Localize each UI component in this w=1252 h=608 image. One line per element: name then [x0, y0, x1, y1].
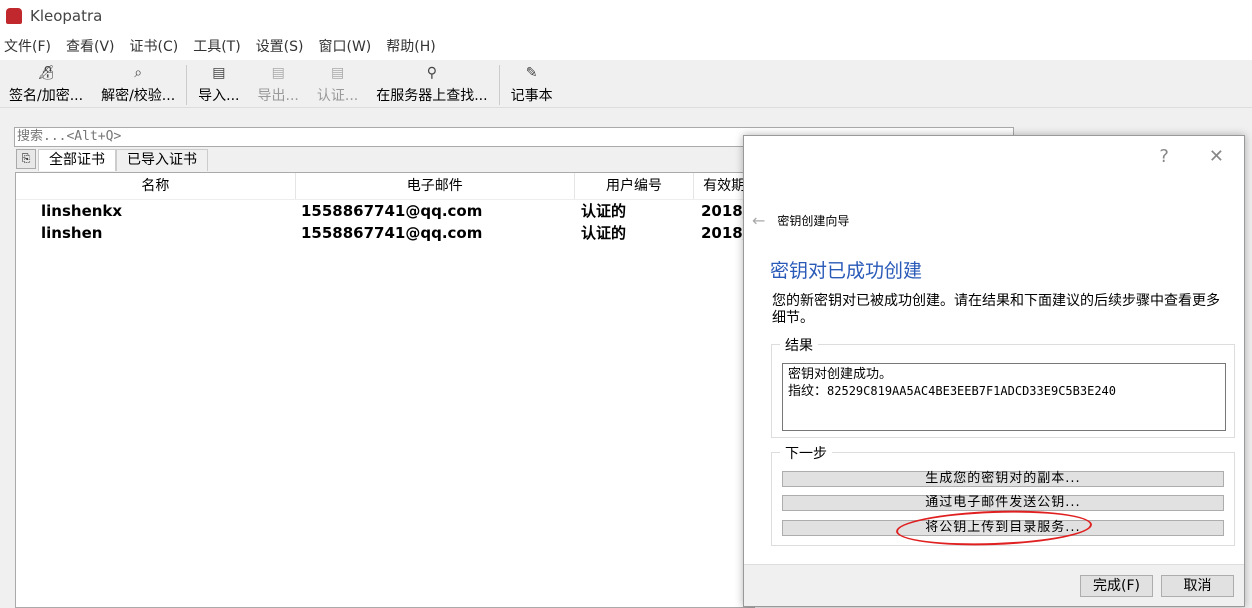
backup-keypair-button[interactable]: 生成您的密钥对的副本...	[782, 471, 1224, 487]
key-creation-wizard-dialog: ? ✕ ← 密钥创建向导 密钥对已成功创建 您的新密钥对已被成功创建。请在结果和下面…	[743, 135, 1245, 607]
result-group: 结果 密钥对创建成功。 指纹：82529C819AA5AC4BE3EEB7F1A…	[771, 335, 1235, 438]
result-message: 密钥对创建成功。	[788, 367, 893, 382]
toolbar-divider	[186, 65, 188, 105]
cell-email: 1558867741@qq.com	[301, 202, 483, 220]
menu-certificates[interactable]: 证书(C)	[130, 36, 179, 56]
column-user-id[interactable]: 用户编号	[575, 173, 695, 199]
search-icon: ⚲	[426, 65, 438, 81]
button-label: 解密/校验...	[101, 88, 176, 104]
back-arrow-icon[interactable]: ←	[752, 211, 765, 230]
help-button[interactable]: ?	[1159, 146, 1169, 167]
notepad-button[interactable]: ✎ 记事本	[502, 65, 562, 105]
upload-public-key-button[interactable]: 将公钥上传到目录服务...	[782, 520, 1224, 536]
menu-tools[interactable]: 工具(T)	[193, 36, 240, 56]
button-label: 记事本	[510, 88, 553, 104]
menu-help[interactable]: 帮助(H)	[386, 36, 435, 56]
result-label: 结果	[780, 335, 818, 355]
fingerprint-label: 指纹：	[788, 384, 828, 399]
button-label: 导入...	[198, 88, 240, 104]
menu-view[interactable]: 查看(V)	[66, 36, 115, 56]
kleopatra-logo-icon	[6, 8, 22, 24]
tab-all-certificates[interactable]: 全部证书	[38, 149, 116, 171]
decrypt-verify-button[interactable]: ⌕ 解密/校验...	[92, 65, 184, 105]
table-row[interactable]: linshenkx 1558867741@qq.com 认证的 2018/	[16, 200, 754, 222]
pencil-icon: ✎	[525, 65, 538, 81]
lookup-server-button[interactable]: ⚲ 在服务器上查找...	[367, 65, 496, 105]
email-public-key-button[interactable]: 通过电子邮件发送公钥...	[782, 495, 1224, 511]
description: 您的新密钥对已被成功创建。请在结果和下面建议的后续步骤中查看更多细节。	[772, 293, 1220, 326]
certify-icon: ▤	[330, 65, 345, 81]
cell-user-id: 认证的	[581, 202, 627, 220]
import-button[interactable]: ▤ 导入...	[189, 65, 248, 105]
menu-bar: 文件(F) 查看(V) 证书(C) 工具(T) 设置(S) 窗口(W) 帮助(H…	[0, 32, 1252, 60]
page-title: 密钥对已成功创建	[770, 260, 923, 282]
tab-imported-certificates[interactable]: 已导入证书	[116, 149, 208, 171]
toolbar-divider	[498, 65, 500, 105]
toolbar: 🔏︎ 签名/加密... ⌕ 解密/校验... ▤ 导入... ▤ 导出... ▤ 认证..…	[0, 60, 1252, 108]
button-label: 在服务器上查找...	[376, 88, 488, 104]
wizard-title: 密钥创建向导	[777, 214, 850, 228]
export-icon: ▤	[271, 65, 285, 81]
cell-validity: 2018/	[701, 224, 749, 242]
cell-name: linshenkx	[41, 202, 123, 220]
cell-name: linshen	[41, 224, 103, 242]
decrypt-verify-icon: ⌕	[134, 65, 143, 81]
menu-file[interactable]: 文件(F)	[4, 36, 51, 56]
result-text-box[interactable]: 密钥对创建成功。 指纹：82529C819AA5AC4BE3EEB7F1ADCD…	[782, 363, 1226, 431]
dialog-footer: 完成(F) 取消	[744, 564, 1244, 606]
export-button[interactable]: ▤ 导出...	[249, 65, 308, 105]
button-label: 认证...	[316, 88, 359, 104]
next-steps-label: 下一步	[780, 443, 832, 463]
title-bar: Kleopatra	[0, 0, 1252, 32]
next-steps-group: 下一步 生成您的密钥对的副本... 通过电子邮件发送公钥... 将公钥上传到目录…	[771, 443, 1235, 546]
new-tab-icon[interactable]: ⎘	[16, 149, 36, 169]
button-label: 签名/加密...	[9, 88, 84, 104]
app-title: Kleopatra	[30, 7, 103, 25]
fingerprint-value: 82529C819AA5AC4BE3EEB7F1ADCD33E9C5B3E240	[827, 384, 1116, 398]
cell-validity: 2018/	[701, 202, 749, 220]
column-email[interactable]: 电子邮件	[296, 173, 575, 199]
column-name[interactable]: 名称	[16, 173, 296, 199]
table-row[interactable]: linshen 1558867741@qq.com 认证的 2018/	[16, 222, 754, 244]
certify-button[interactable]: ▤ 认证...	[308, 65, 367, 105]
menu-window[interactable]: 窗口(W)	[319, 36, 372, 56]
cell-email: 1558867741@qq.com	[301, 224, 483, 242]
button-label: 导出...	[257, 88, 299, 104]
finish-button[interactable]: 完成(F)	[1080, 575, 1153, 597]
cancel-button[interactable]: 取消	[1161, 575, 1234, 597]
menu-settings[interactable]: 设置(S)	[256, 36, 304, 56]
import-icon: ▤	[212, 65, 226, 81]
close-button[interactable]: ✕	[1209, 146, 1224, 167]
tab-bar: ⎘ 全部证书 已导入证书	[16, 149, 208, 171]
cell-user-id: 认证的	[581, 224, 627, 242]
table-header: 名称 电子邮件 用户编号 有效期	[16, 173, 754, 200]
certificate-list: 名称 电子邮件 用户编号 有效期 linshenkx 1558867741@qq…	[15, 172, 755, 608]
sign-encrypt-icon: 🔏︎	[37, 65, 55, 81]
sign-encrypt-button[interactable]: 🔏︎ 签名/加密...	[0, 65, 92, 105]
